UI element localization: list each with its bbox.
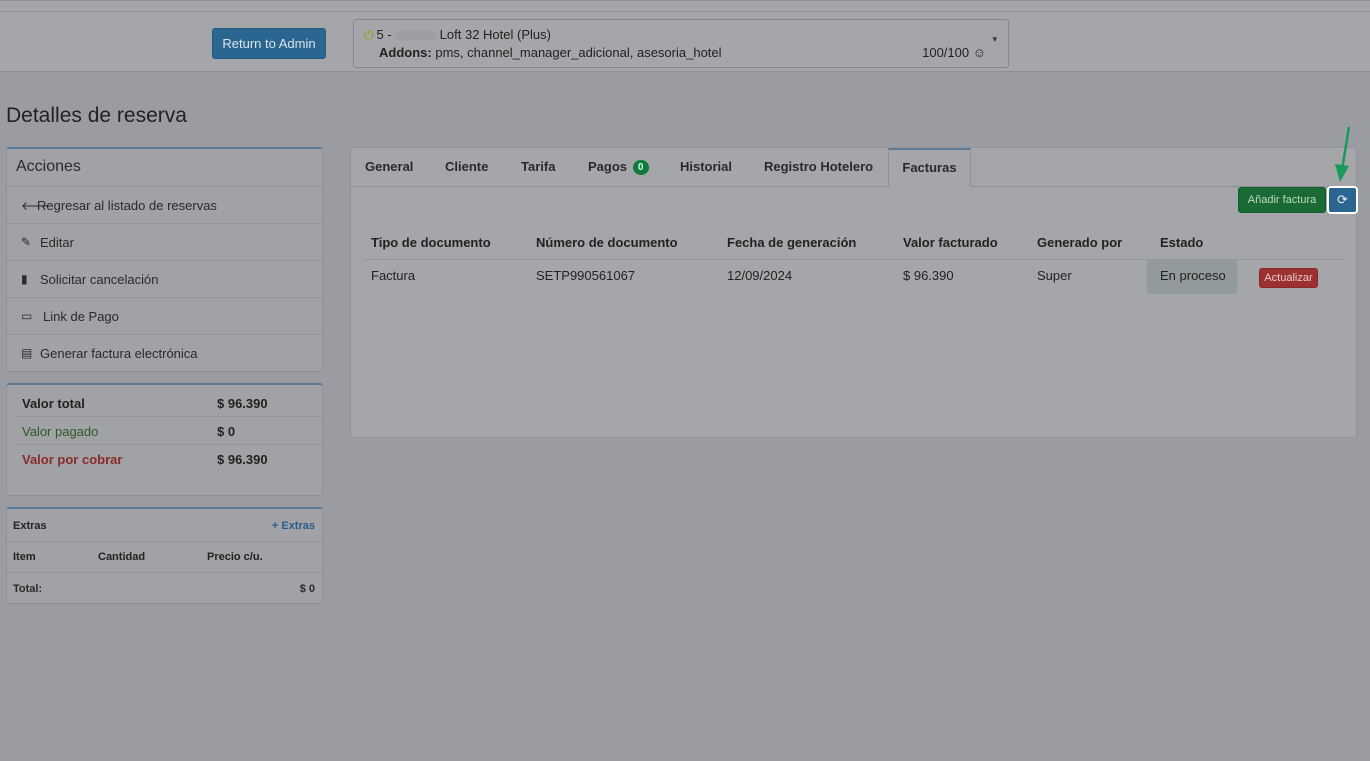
action-label: Editar — [40, 235, 74, 250]
addons-line: Addons: pms, channel_manager_adicional, … — [379, 45, 722, 60]
refresh-button[interactable]: ⟳ — [1327, 186, 1358, 214]
tab-facturas[interactable]: Facturas — [888, 148, 971, 187]
cell-generation-date: 12/09/2024 — [727, 268, 793, 283]
hotel-score: 100/100 ☺ — [922, 45, 986, 60]
extras-total-label: Total: — [13, 583, 43, 595]
column-item: Item — [13, 551, 36, 563]
column-quantity: Cantidad — [98, 551, 146, 563]
update-invoice-button[interactable]: Actualizar — [1259, 268, 1318, 288]
power-icon: ⏻ — [364, 28, 374, 42]
cell-generated-by: Super — [1037, 268, 1072, 283]
reservation-details-panel: General Cliente Tarifa Pagos 0 Historial… — [350, 147, 1358, 438]
status-text: En proceso — [1160, 268, 1226, 283]
addons-label: Addons: — [379, 45, 432, 60]
action-label: Regresar al listado de reservas — [37, 198, 217, 213]
column-document-number: Número de documento — [536, 235, 678, 250]
caret-down-icon: ▾ — [992, 34, 997, 44]
return-to-admin-button[interactable]: Return to Admin — [212, 28, 326, 59]
total-label: Valor total — [22, 396, 85, 411]
cell-status: En proceso — [1147, 260, 1237, 294]
column-generation-date: Fecha de generación — [727, 235, 857, 250]
extras-columns: Item Cantidad Precio c/u. — [7, 541, 322, 573]
action-label: Generar factura electrónica — [40, 346, 198, 361]
due-row: Valor por cobrar $ 96.390 — [14, 445, 323, 473]
tab-historial[interactable]: Historial — [680, 148, 732, 186]
total-row: Valor total $ 96.390 — [14, 389, 323, 417]
due-value: $ 96.390 — [217, 452, 268, 467]
cell-document-number: SETP990561067 — [536, 268, 636, 283]
tab-label: Pagos — [588, 159, 628, 174]
cell-document-type: Factura — [371, 268, 416, 283]
paid-row: Valor pagado $ 0 — [14, 417, 323, 445]
extras-total-value: $ 0 — [299, 583, 315, 595]
total-value: $ 96.390 — [217, 396, 268, 411]
file-icon: ▤ — [21, 346, 33, 360]
tab-general[interactable]: General — [365, 148, 413, 186]
book-icon: ▮ — [21, 272, 28, 286]
paid-label: Valor pagado — [22, 424, 99, 439]
column-generated-by: Generado por — [1037, 235, 1123, 250]
header-divider — [0, 11, 1370, 12]
hotel-line: ⏻ 5 - Loft 32 Hotel (Plus) — [364, 27, 551, 43]
action-generate-invoice[interactable]: ▤ Generar factura electrónica — [7, 334, 322, 371]
action-label: Link de Pago — [43, 309, 119, 324]
tab-bar: General Cliente Tarifa Pagos 0 Historial… — [351, 148, 1356, 187]
add-invoice-button[interactable]: Añadir factura — [1238, 187, 1326, 213]
column-unit-price: Precio c/u. — [207, 551, 263, 563]
column-document-type: Tipo de documento — [371, 235, 491, 250]
action-back-to-list[interactable]: 🡐 Regresar al listado de reservas — [7, 186, 322, 223]
annotation-arrow-icon — [1335, 126, 1351, 182]
extras-title: Extras — [13, 520, 47, 532]
column-invoiced-value: Valor facturado — [903, 235, 998, 250]
action-request-cancel[interactable]: ▮ Solicitar cancelación — [7, 260, 322, 297]
redacted-text — [395, 31, 436, 41]
actions-panel: Acciones 🡐 Regresar al listado de reserv… — [6, 147, 323, 372]
credit-card-icon: ▭ — [21, 309, 33, 323]
totals-panel: Valor total $ 96.390 Valor pagado $ 0 Va… — [6, 383, 323, 496]
action-label: Solicitar cancelación — [40, 272, 159, 287]
hotel-prefix: 5 - — [376, 27, 392, 42]
due-label: Valor por cobrar — [22, 452, 123, 467]
tab-cliente[interactable]: Cliente — [445, 148, 488, 186]
tab-registro-hotelero[interactable]: Registro Hotelero — [764, 148, 873, 186]
addons-value: pms, channel_manager_adicional, asesoria… — [435, 45, 722, 60]
extras-panel: Extras + Extras Item Cantidad Precio c/u… — [6, 507, 323, 604]
actions-title: Acciones — [16, 158, 81, 175]
tab-tarifa[interactable]: Tarifa — [521, 148, 555, 186]
page-title: Detalles de reserva — [6, 104, 187, 127]
add-extras-link[interactable]: + Extras — [272, 520, 315, 532]
top-header: Return to Admin ⏻ 5 - Loft 32 Hotel (Plus)… — [0, 0, 1370, 72]
paid-value: $ 0 — [217, 424, 236, 439]
action-payment-link[interactable]: ▭ Link de Pago — [7, 297, 322, 334]
action-edit[interactable]: ✎ Editar — [7, 223, 322, 260]
pencil-icon: ✎ — [21, 235, 32, 249]
hotel-selector[interactable]: ⏻ 5 - Loft 32 Hotel (Plus) Addons: pms, ch… — [353, 19, 1009, 68]
column-status: Estado — [1160, 235, 1204, 250]
tab-pagos[interactable]: Pagos 0 — [588, 148, 649, 186]
cell-invoiced-value: $ 96.390 — [903, 268, 954, 283]
refresh-icon: ⟳ — [1337, 192, 1348, 207]
pagos-count-badge: 0 — [632, 160, 649, 175]
hotel-name: Loft 32 Hotel (Plus) — [439, 27, 551, 42]
